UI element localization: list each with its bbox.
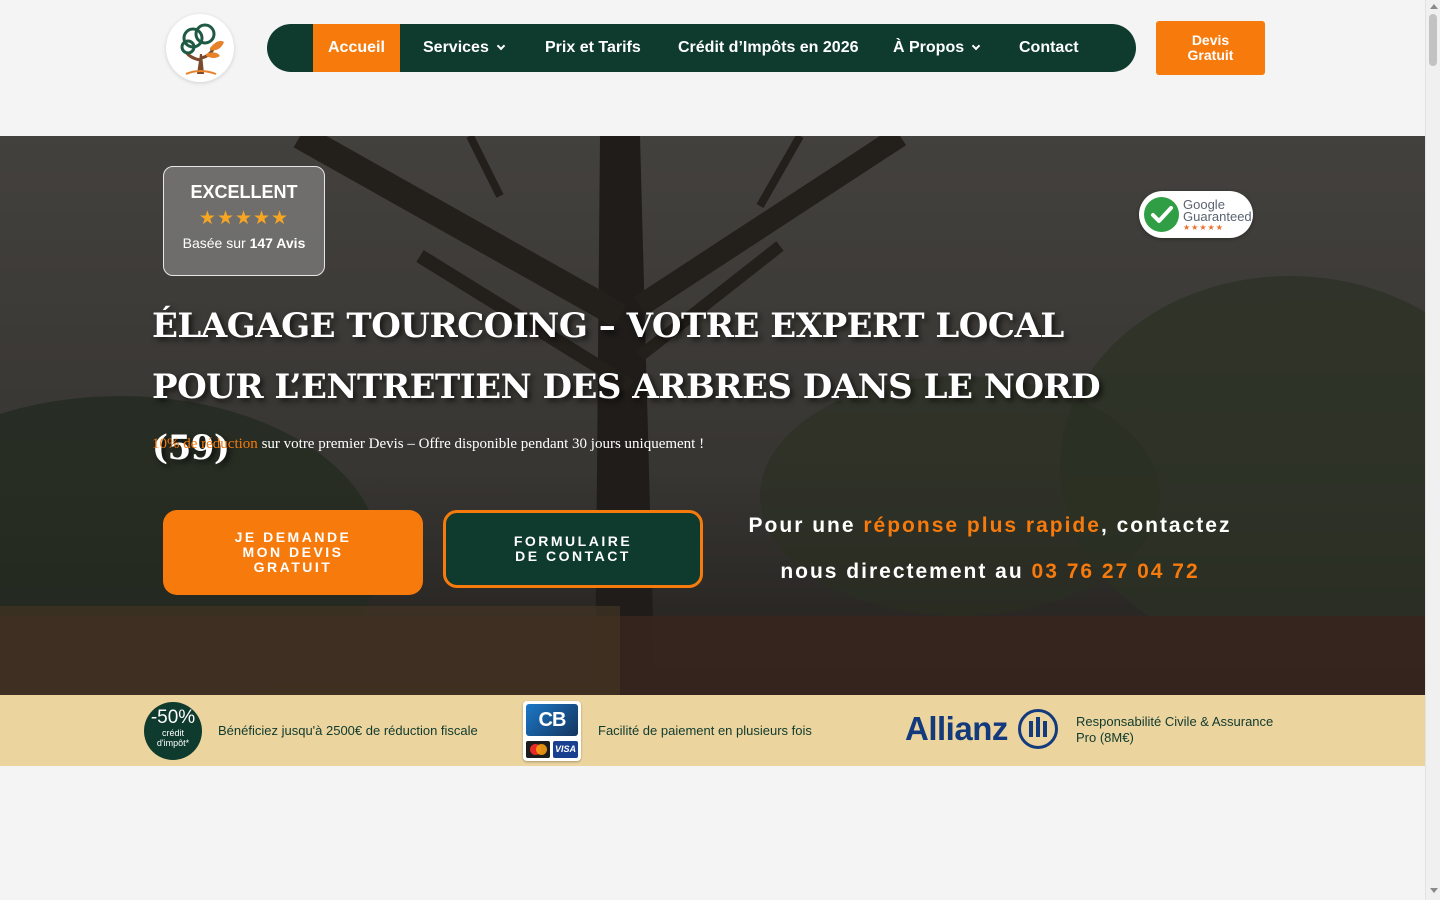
nav-item-services[interactable]: Services: [423, 24, 506, 72]
page-scrollbar[interactable]: [1425, 0, 1440, 900]
nav-item-accueil[interactable]: Accueil: [313, 24, 400, 72]
google-guaranteed-badge: Google Guaranteed ★★★★★: [1139, 191, 1253, 238]
google-stars-icon: ★★★★★: [1183, 223, 1224, 232]
cta-highlight: réponse plus rapide: [863, 514, 1101, 537]
chevron-down-icon: [971, 41, 981, 51]
credit-percent: -50%: [150, 707, 196, 728]
contact-form-button[interactable]: FORMULAIRE DE CONTACT: [443, 510, 703, 588]
main-navigation: Accueil Services Prix et Tarifs Crédit d…: [267, 24, 1136, 72]
scroll-up-icon[interactable]: [1430, 4, 1438, 9]
credit-line1: crédit: [161, 728, 184, 738]
site-header: Accueil Services Prix et Tarifs Crédit d…: [0, 0, 1425, 136]
nav-item-contact[interactable]: Contact: [1019, 24, 1079, 72]
nav-item-label: Contact: [1019, 39, 1079, 56]
guaranteed-label: Guaranteed: [1183, 209, 1252, 224]
rating-prefix: Basée sur: [182, 235, 246, 251]
payment-card-icon: CB VISA: [523, 701, 581, 761]
request-quote-button[interactable]: JE DEMANDE MON DEVIS GRATUIT: [163, 510, 423, 595]
tax-credit-text: Bénéficiez jusqu'à 2500€ de réduction fi…: [218, 723, 478, 738]
review-count: 147 Avis: [249, 235, 306, 251]
cta-part1: Pour une: [748, 514, 864, 537]
hero-section: EXCELLENT ★★★★★ Basée sur 147 Avis Googl…: [0, 136, 1425, 695]
insurance-text: Responsabilité Civile & Assurance Pro (8…: [1076, 714, 1274, 745]
chevron-down-icon: [496, 41, 506, 51]
nav-item-prix-tarifs[interactable]: Prix et Tarifs: [545, 24, 641, 72]
devis-gratuit-button[interactable]: Devis Gratuit: [1156, 21, 1265, 75]
nav-item-label: Services: [423, 39, 489, 56]
nav-item-label: Prix et Tarifs: [545, 39, 641, 56]
nav-item-label: Crédit d’Impôts en 2026: [678, 39, 859, 56]
allianz-eagle-icon: [1018, 709, 1058, 749]
tree-logo-icon: [180, 23, 224, 75]
mastercard-icon: [526, 741, 550, 758]
promo-body: sur votre premier Devis – Offre disponib…: [257, 436, 705, 452]
payment-text: Facilité de paiement en plusieurs fois: [598, 723, 812, 738]
nav-item-label: Accueil: [328, 39, 385, 56]
allianz-wordmark: Allianz: [905, 710, 1008, 747]
rating-subtitle: Basée sur 147 Avis: [164, 235, 324, 251]
credit-line2: d'impôt*: [156, 738, 190, 748]
phone-number-link[interactable]: 03 76 27 04 72: [1032, 560, 1200, 583]
tax-credit-icon: -50% crédit d'impôt*: [144, 702, 202, 760]
star-rating-icon: ★★★★★: [198, 208, 290, 229]
rating-title: EXCELLENT: [190, 182, 298, 202]
nav-item-label: À Propos: [893, 39, 965, 56]
nav-item-a-propos[interactable]: À Propos: [893, 24, 981, 72]
cb-logo: CB: [526, 704, 578, 736]
scrollbar-thumb[interactable]: [1429, 14, 1437, 66]
promo-highlight: 10% de réduction: [152, 436, 258, 452]
rating-badge: EXCELLENT ★★★★★ Basée sur 147 Avis: [163, 166, 325, 276]
visa-logo: VISA: [553, 741, 578, 758]
phone-cta: Pour une réponse plus rapide, contactez …: [733, 503, 1247, 595]
promo-text: 10% de réduction sur votre premier Devis…: [152, 436, 704, 453]
trust-strip: -50% crédit d'impôt* Bénéficiez jusqu'à …: [0, 695, 1425, 766]
scroll-down-icon[interactable]: [1430, 888, 1438, 893]
site-logo[interactable]: [166, 14, 234, 82]
checkmark-icon: [1144, 197, 1179, 232]
nav-item-credit-impots[interactable]: Crédit d’Impôts en 2026: [678, 24, 859, 72]
